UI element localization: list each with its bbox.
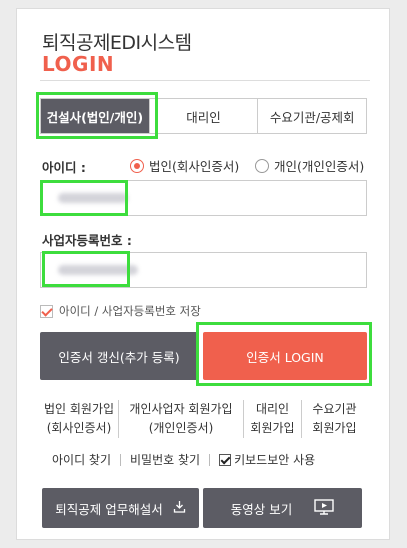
link-agent-signup[interactable]: 대리인 회원가입 (243, 400, 301, 438)
radio-corporate[interactable]: 법인(회사인증서) (130, 156, 239, 175)
keyboard-security-checkbox[interactable] (219, 453, 232, 466)
user-type-tabs: 건설사(법인/개인) 대리인 수요기관/공제회 (40, 98, 367, 134)
bizno-label: 사업자등록번호 : (42, 233, 132, 248)
link-personal-signup[interactable]: 개인사업자 회원가입 (개인인증서) (118, 400, 243, 438)
video-button[interactable]: 동영상 보기 (203, 488, 362, 528)
link-separator (120, 453, 122, 466)
radio-personal[interactable]: 개인(개인인증서) (255, 156, 364, 175)
link-separator (209, 453, 211, 466)
system-title: 퇴직공제EDI시스템 (42, 32, 192, 54)
save-id-checkbox[interactable]: 아이디 / 사업자등록번호 저장 (40, 303, 201, 319)
find-pw-link[interactable]: 비밀번호 찾기 (130, 451, 200, 468)
id-label: 아이디 : (42, 160, 86, 175)
keyboard-security-label: 키보드보안 사용 (234, 453, 316, 467)
save-id-check-icon[interactable] (40, 304, 53, 318)
bizno-input-masked-value (58, 265, 138, 275)
find-id-link[interactable]: 아이디 찾기 (52, 451, 111, 468)
header-divider (40, 80, 370, 81)
monitor-play-icon (314, 498, 334, 518)
download-icon (173, 500, 186, 516)
radio-personal-dot[interactable] (255, 158, 269, 173)
tab-construction-company[interactable]: 건설사(법인/개인) (41, 99, 149, 133)
id-input-masked-value (58, 193, 128, 203)
tab-agent[interactable]: 대리인 (148, 99, 258, 133)
manual-button[interactable]: 퇴직공제 업무해설서 (42, 488, 199, 528)
radio-corporate-dot[interactable] (130, 158, 144, 173)
save-id-label: 아이디 / 사업자등록번호 저장 (59, 304, 201, 318)
tab-demand-agency[interactable]: 수요기관/공제회 (257, 99, 367, 133)
video-button-label: 동영상 보기 (230, 501, 293, 517)
manual-button-label: 퇴직공제 업무해설서 (55, 501, 163, 517)
renew-cert-button[interactable]: 인증서 갱신(추가 등록) (40, 332, 198, 380)
signup-links: 법인 회원가입 (회사인증서) 개인사업자 회원가입 (개인인증서) 대리인 회… (40, 400, 367, 438)
radio-corporate-label: 법인(회사인증서) (149, 159, 240, 174)
cert-login-button[interactable]: 인증서 LOGIN (203, 332, 367, 380)
login-heading: LOGIN (42, 52, 115, 76)
link-agency-signup[interactable]: 수요기관 회원가입 (301, 400, 367, 438)
find-links-row: 아이디 찾기 비밀번호 찾기 키보드보안 사용 (52, 451, 315, 468)
link-corporate-signup[interactable]: 법인 회원가입 (회사인증서) (40, 400, 118, 438)
radio-personal-label: 개인(개인인증서) (274, 159, 365, 174)
